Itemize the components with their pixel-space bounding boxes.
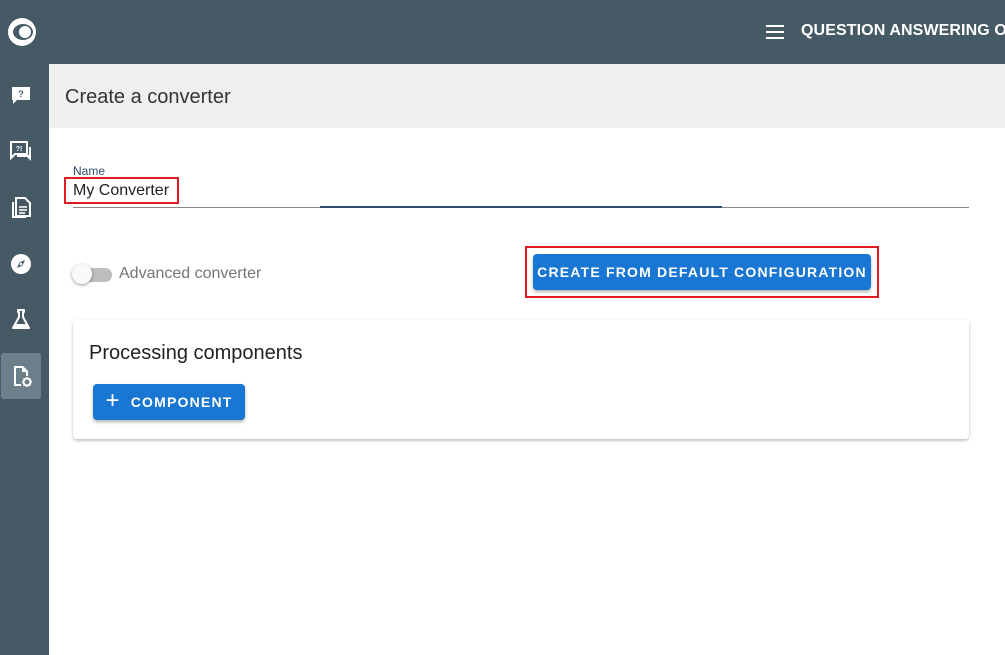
advanced-converter-label: Advanced converter (119, 265, 262, 282)
advanced-converter-toggle[interactable] (72, 264, 112, 284)
question-comment-icon: ? (12, 87, 30, 104)
sidebar-item-lab[interactable] (1, 297, 41, 343)
compass-icon (11, 254, 31, 274)
sidebar: ? ?! (0, 0, 49, 655)
sidebar-item-explore[interactable] (1, 241, 41, 287)
svg-text:?!: ?! (16, 146, 23, 153)
svg-text:?: ? (18, 89, 24, 99)
processing-components-title: Processing components (89, 342, 303, 364)
add-component-button[interactable]: + COMPONENT (93, 384, 245, 420)
page-header: Create a converter (49, 64, 1005, 128)
hamburger-menu-icon[interactable] (763, 20, 787, 44)
sidebar-item-converters[interactable] (1, 353, 41, 399)
create-from-default-button[interactable]: CREATE FROM DEFAULT CONFIGURATION (533, 254, 871, 290)
sidebar-item-feedback[interactable]: ? (1, 73, 41, 119)
page-title: Create a converter (65, 86, 231, 108)
flask-icon (12, 309, 30, 329)
documents-icon (12, 197, 31, 218)
file-settings-icon (14, 366, 32, 387)
eye-logo-icon[interactable] (5, 15, 39, 49)
add-component-label: COMPONENT (130, 394, 233, 410)
name-highlight-box (64, 177, 179, 204)
sidebar-item-qa[interactable]: ?! (1, 129, 41, 175)
name-field-label: Name (73, 164, 106, 178)
question-answer-icon: ?! (10, 141, 31, 161)
toggle-thumb (72, 264, 92, 284)
processing-components-card: Processing components + COMPONENT (73, 320, 969, 439)
plus-icon: + (105, 387, 121, 414)
app-title: QUESTION ANSWERING ON (801, 22, 1005, 39)
name-input-focus-underline (320, 206, 722, 208)
top-app-bar: QUESTION ANSWERING ON (49, 0, 1005, 64)
sidebar-item-documents[interactable] (1, 185, 41, 231)
